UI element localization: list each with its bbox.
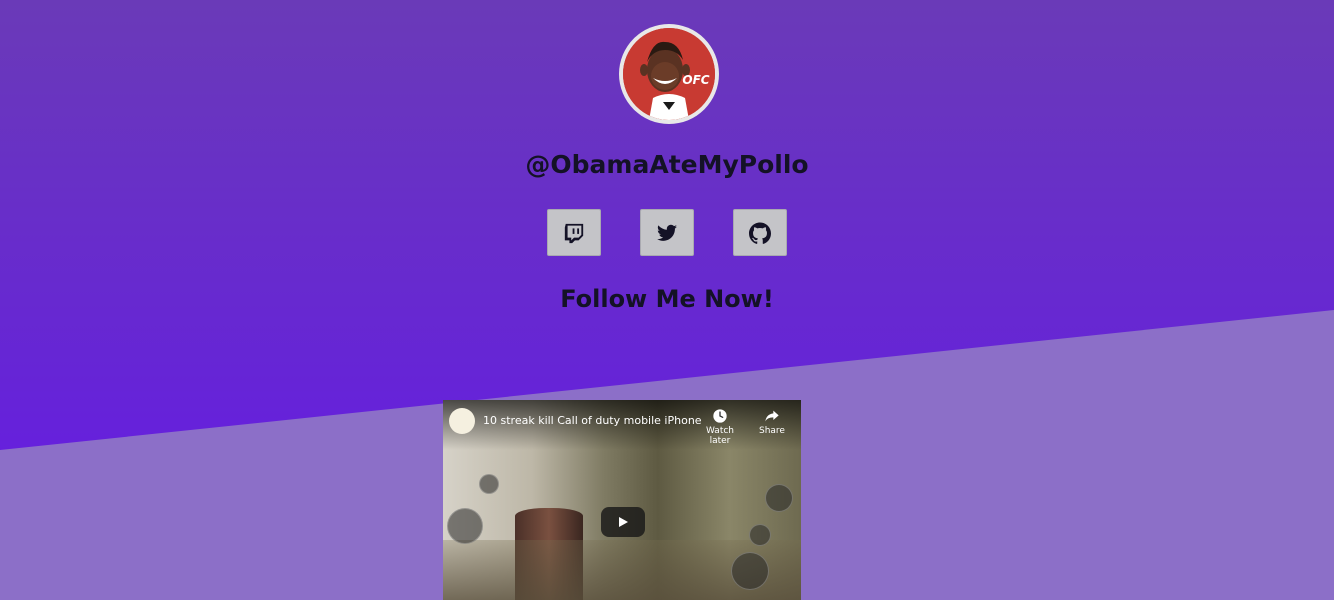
video-title[interactable]: 10 streak kill Call of duty mobile iPhon…: [483, 414, 702, 427]
hud-reload-button: [765, 484, 793, 512]
profile-handle: @ObamaAteMyPollo: [525, 150, 809, 179]
twitter-button[interactable]: [640, 209, 694, 256]
channel-avatar[interactable]: [449, 408, 475, 434]
avatar-image: OFC: [623, 28, 715, 120]
share-icon: [765, 410, 779, 422]
profile-content: OFC @ObamaAteMyPollo Follow Me Now! 10 s…: [0, 0, 1334, 600]
follow-cta: Follow Me Now!: [560, 285, 774, 313]
share-label: Share: [759, 426, 785, 436]
hud-crosshair-button: [749, 524, 771, 546]
twitch-icon: [564, 223, 584, 243]
hud-jump-button: [479, 474, 499, 494]
play-button[interactable]: [601, 507, 645, 537]
play-icon: [619, 517, 628, 527]
social-links: [547, 209, 787, 256]
github-icon: [749, 221, 771, 244]
youtube-embed[interactable]: 10 streak kill Call of duty mobile iPhon…: [443, 400, 801, 600]
profile-avatar: OFC: [619, 24, 719, 124]
twitter-icon: [657, 224, 677, 241]
github-button[interactable]: [733, 209, 787, 256]
twitch-button[interactable]: [547, 209, 601, 256]
watch-later-label: Watch later: [705, 426, 735, 446]
hud-aim-button: [731, 552, 769, 590]
avatar-illustration: OFC: [623, 28, 715, 120]
clock-icon: [713, 409, 727, 423]
page: OFC @ObamaAteMyPollo Follow Me Now! 10 s…: [0, 0, 1334, 600]
hud-fire-button: [447, 508, 483, 544]
svg-text:OFC: OFC: [682, 73, 709, 87]
watch-later-button[interactable]: Watch later: [695, 408, 745, 446]
share-button[interactable]: Share: [747, 408, 797, 436]
